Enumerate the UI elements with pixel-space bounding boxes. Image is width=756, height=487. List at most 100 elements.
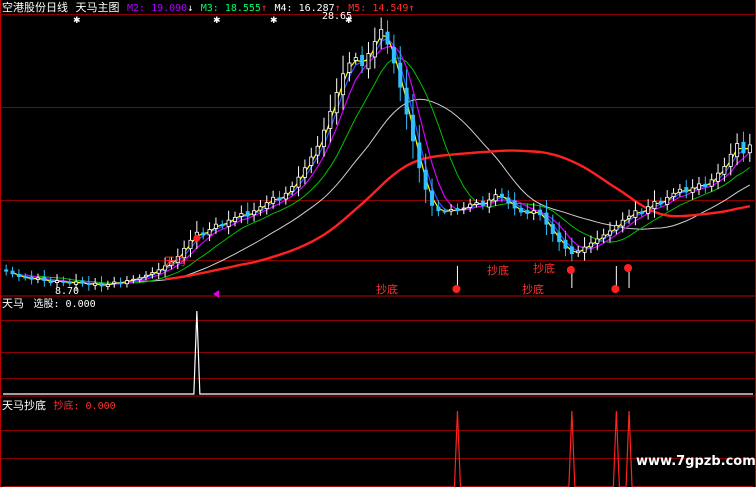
candle-body-8	[55, 280, 60, 284]
candle-body-69	[442, 210, 447, 213]
candle-body-20	[131, 278, 136, 281]
candle-body-59	[379, 28, 384, 40]
candle-body-89	[569, 246, 574, 255]
header-star-icon-0: ✱	[73, 16, 81, 26]
candle-body-2	[16, 274, 21, 277]
candle-body-91	[582, 246, 587, 253]
candle-body-53	[341, 73, 346, 96]
candle-body-46	[296, 176, 301, 188]
candle-body-49	[315, 145, 320, 156]
candle-body-6	[42, 276, 47, 281]
candle-body-87	[557, 232, 562, 243]
candle-body-36	[232, 217, 237, 222]
candle-body-93	[595, 238, 600, 244]
candle-body-62	[398, 62, 403, 88]
candle-body-11	[74, 281, 79, 285]
candle-body-35	[226, 219, 231, 227]
main-panel-header: 空港股份日线 天马主图 M2: 19.090↓ M3: 18.555↑ M4: …	[2, 2, 415, 15]
candle-body-12	[80, 280, 85, 284]
m2-arrow-icon: ↓	[187, 3, 194, 14]
candle-body-85	[544, 212, 549, 225]
candle-body-60	[385, 31, 390, 45]
candle-body-117	[747, 144, 752, 154]
candle-body-110	[703, 183, 708, 187]
candle-body-0	[4, 269, 9, 272]
candle-body-16	[105, 284, 110, 287]
candle-body-96	[614, 225, 619, 231]
candle-body-48	[309, 156, 314, 166]
candle-body-18	[118, 282, 123, 285]
candle-body-10	[67, 281, 72, 284]
candle-body-15	[99, 282, 104, 287]
stock-title: 空港股份日线	[2, 1, 68, 14]
candle-body-40	[258, 206, 263, 211]
chaodi-signal-dot-1	[566, 266, 575, 274]
candle-body-43	[277, 197, 282, 201]
ma-blue-line	[18, 37, 751, 286]
candle-body-72	[461, 207, 466, 210]
candle-body-79	[506, 197, 511, 204]
candle-body-29	[188, 239, 193, 250]
candle-body-108	[690, 187, 695, 193]
candle-body-66	[423, 169, 428, 190]
cursor-marker-icon	[213, 290, 219, 298]
candle-body-98	[627, 215, 632, 219]
candle-body-107	[684, 187, 689, 193]
candle-body-4	[29, 276, 34, 280]
candle-body-73	[468, 203, 473, 208]
candle-body-38	[245, 211, 250, 217]
candle-body-114	[728, 153, 733, 167]
candle-body-104	[665, 196, 670, 205]
ma-purple-line	[25, 45, 751, 286]
candle-body-84	[538, 209, 543, 216]
candle-body-37	[239, 213, 244, 217]
m3-arrow-icon: ↑	[260, 3, 267, 14]
candle-body-32	[207, 229, 212, 236]
chaodi-signal-label-3: 抄底	[522, 283, 544, 296]
candle-body-55	[353, 57, 358, 61]
m3-value: M3: 18.555	[200, 3, 261, 14]
m5-value: M5: 14.549	[348, 3, 409, 14]
candle-body-41	[264, 202, 269, 210]
candle-body-21	[137, 277, 142, 281]
candle-body-23	[150, 272, 155, 275]
candle-body-86	[550, 224, 555, 234]
m5-arrow-icon: ↑	[408, 3, 415, 14]
candle-body-1	[10, 270, 15, 275]
candle-body-92	[588, 242, 593, 248]
candle-body-80	[512, 200, 517, 209]
candle-body-50	[321, 129, 326, 147]
candle-body-3	[23, 276, 28, 279]
candle-body-56	[360, 54, 365, 67]
candle-body-57	[366, 53, 371, 70]
candle-body-47	[302, 167, 307, 178]
xuangu-value: 选股: 0.000	[33, 299, 96, 310]
candle-body-113	[722, 166, 727, 175]
candle-body-90	[576, 250, 581, 254]
candle-body-112	[716, 172, 721, 182]
grid-lines	[0, 14, 756, 459]
candle-body-68	[436, 206, 441, 212]
candle-body-83	[531, 210, 536, 214]
candle-body-101	[646, 206, 651, 214]
chaodi-signal-label-2: 抄底	[487, 264, 509, 277]
indicator-title: 天马主图	[75, 1, 120, 14]
candle-body-106	[677, 188, 682, 193]
candle-body-94	[601, 234, 606, 239]
panel-frames	[0, 0, 756, 487]
chart-stage[interactable]: ✱ ✱ ✱ ✱	[0, 0, 756, 487]
tianma-signal-label: 天马	[164, 255, 186, 268]
candle-body-102	[652, 200, 657, 210]
xuangu-panel-header: 天马 选股: 0.000	[2, 298, 96, 311]
candle-body-95	[607, 230, 612, 236]
ma-green-line	[37, 57, 751, 284]
chaodi-panel-title: 天马抄底	[2, 399, 46, 412]
candle-body-34	[220, 223, 225, 226]
header-star-icon-1: ✱	[213, 16, 221, 26]
chaodi-signal-dot-3	[624, 264, 633, 272]
candle-body-61	[391, 47, 396, 64]
xuangu-panel-title: 天马	[2, 297, 24, 310]
candlestick-series[interactable]	[4, 17, 752, 292]
candle-body-64	[410, 114, 415, 142]
chaodi-signal-dot-2	[611, 285, 620, 293]
